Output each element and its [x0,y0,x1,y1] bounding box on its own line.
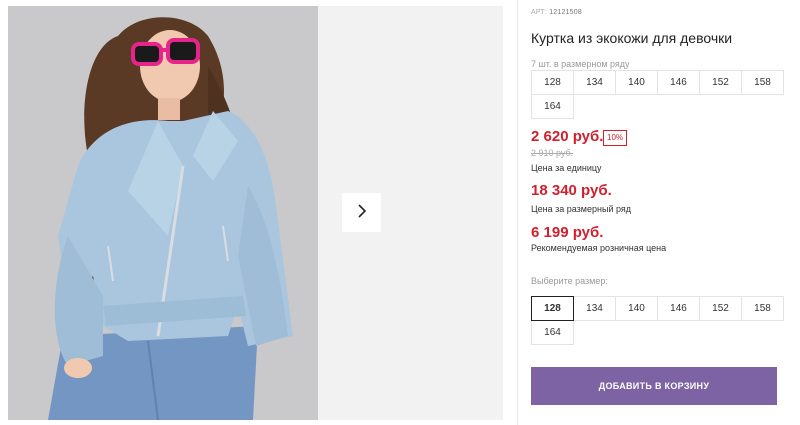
series-price: 18 340 руб. [531,182,612,199]
unit-price: 2 620 руб. [531,128,604,145]
size-selector: 128 134 140 146 152 158 164 [531,296,784,345]
size-option-selected[interactable]: 128 [531,296,574,321]
unit-price-caption: Цена за единицу [531,163,602,173]
add-to-cart-button[interactable]: ДОБАВИТЬ В КОРЗИНУ [531,367,777,405]
product-gallery [0,0,505,425]
panel-divider [517,0,518,425]
size-option[interactable]: 146 [657,296,700,321]
size-option[interactable]: 134 [573,296,616,321]
product-title: Куртка из экокожи для девочки [531,30,733,46]
series-label: 7 шт. в размерном ряду [531,59,630,69]
size-option[interactable]: 152 [699,296,742,321]
discount-badge: 10% [603,130,628,146]
old-price: 2 910 руб. [531,148,574,158]
product-photo-illustration [48,17,293,420]
series-size: 158 [741,70,784,95]
chevron-right-icon [356,203,368,222]
series-size: 146 [657,70,700,95]
series-size: 164 [531,94,574,119]
product-photo [8,6,318,420]
product-info-panel: АРТ: 12121508 Куртка из экокожи для дево… [531,0,800,425]
sku-label: АРТ: [531,9,548,16]
series-size: 152 [699,70,742,95]
size-option[interactable]: 158 [741,296,784,321]
series-size: 134 [573,70,616,95]
series-size: 140 [615,70,658,95]
series-price-caption: Цена за размерный ряд [531,204,632,214]
size-option[interactable]: 164 [531,320,574,345]
rrp-price: 6 199 руб. [531,224,604,241]
series-size-grid: 128 134 140 146 152 158 164 [531,70,784,119]
sku-line: АРТ: 12121508 [531,9,582,16]
choose-size-label: Выберите размер: [531,276,608,286]
series-size: 128 [531,70,574,95]
sku-value: 12121508 [549,9,582,16]
size-option[interactable]: 140 [615,296,658,321]
next-image-button[interactable] [342,193,381,232]
rrp-caption: Рекомендуемая розничная цена [531,243,667,253]
